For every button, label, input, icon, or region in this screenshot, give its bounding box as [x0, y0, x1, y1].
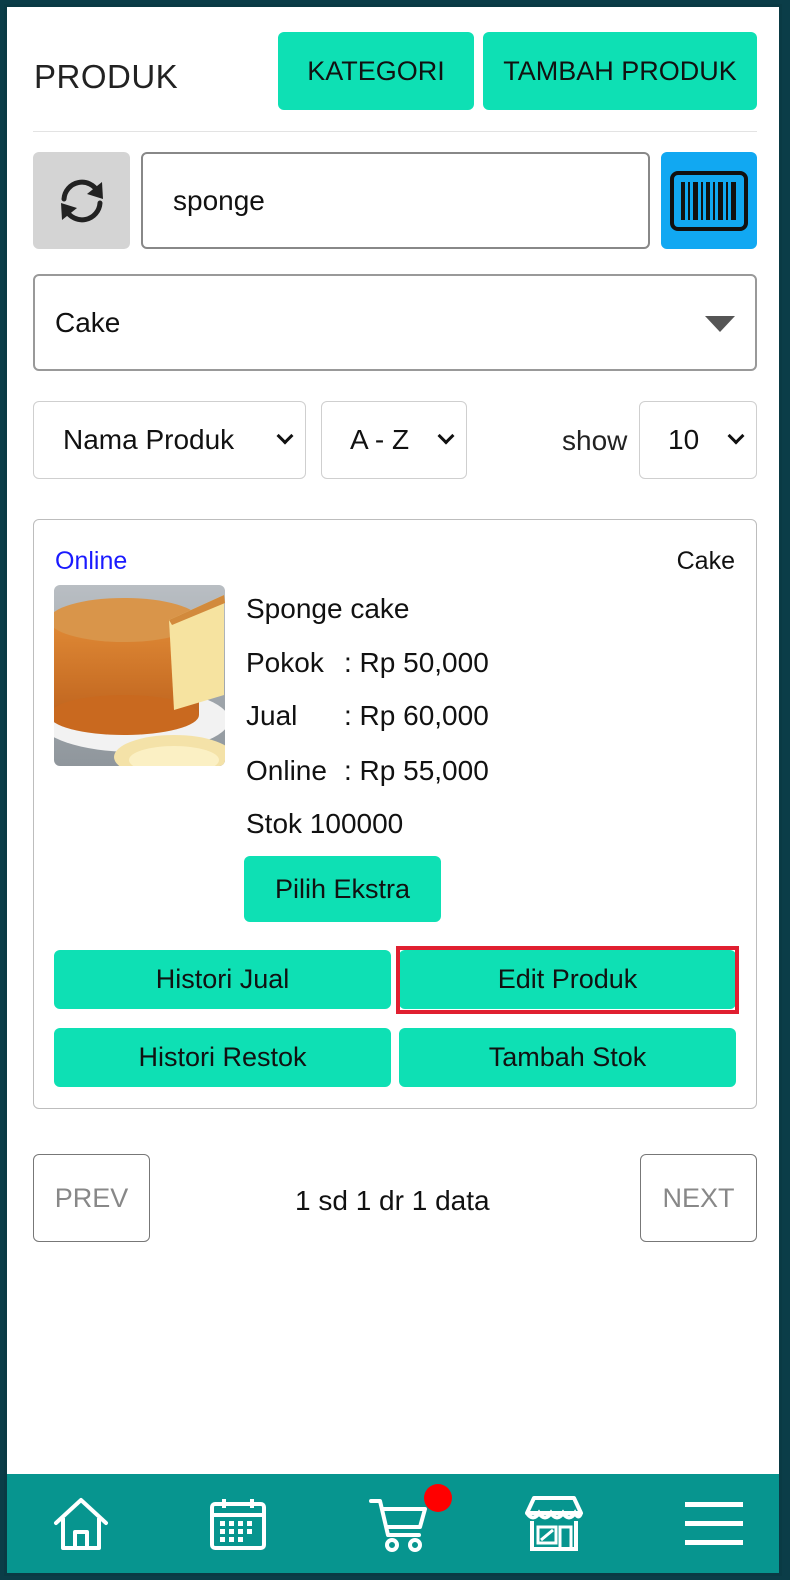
nav-calendar[interactable]	[188, 1474, 288, 1573]
bottom-nav	[7, 1474, 779, 1573]
histori-restok-button[interactable]: Histori Restok	[54, 1028, 391, 1087]
stock-text: Stok 100000	[246, 808, 404, 839]
product-card: Online Cake Sponge cake Pokok: Rp 50,00…	[33, 519, 757, 1109]
show-count-value: 10	[668, 424, 700, 455]
sort-order-value: A - Z	[350, 424, 410, 455]
chevron-down-icon	[437, 427, 455, 445]
edit-produk-button[interactable]: Edit Produk	[399, 950, 736, 1009]
product-category: Cake	[676, 547, 735, 575]
jual-label: Jual	[246, 700, 298, 731]
search-input[interactable]: sponge	[141, 152, 650, 249]
header-divider	[33, 131, 757, 132]
sort-order-select[interactable]: A - Z	[321, 401, 467, 479]
online-label: Online	[246, 755, 327, 786]
show-label: show	[562, 425, 628, 456]
chevron-down-icon	[727, 427, 745, 445]
app-frame: PRODUK KATEGORI TAMBAH PRODUK sponge Cak…	[4, 4, 782, 1576]
chevron-down-icon	[276, 427, 294, 445]
calendar-icon	[210, 1498, 266, 1550]
status-badge: Online	[55, 547, 128, 575]
tambah-produk-button[interactable]: TAMBAH PRODUK	[483, 32, 757, 110]
show-count-select[interactable]: 10	[639, 401, 757, 479]
product-name: Sponge cake	[246, 593, 410, 624]
page-title: PRODUK	[34, 58, 179, 95]
nav-store[interactable]	[504, 1474, 604, 1573]
next-button[interactable]: NEXT	[640, 1154, 757, 1242]
refresh-button[interactable]	[33, 152, 130, 249]
menu-icon	[685, 1501, 743, 1545]
online-price: : Rp 55,000	[344, 755, 489, 786]
home-icon	[54, 1497, 108, 1550]
tambah-stok-button[interactable]: Tambah Stok	[399, 1028, 736, 1087]
sort-by-select[interactable]: Nama Produk	[33, 401, 306, 479]
cart-notification-dot	[424, 1484, 452, 1512]
cart-icon	[369, 1498, 427, 1552]
category-select[interactable]: Cake	[33, 274, 757, 371]
barcode-scan-button[interactable]	[661, 152, 757, 249]
pokok-label: Pokok	[246, 647, 324, 678]
nav-home[interactable]	[31, 1474, 131, 1573]
prev-button[interactable]: PREV	[33, 1154, 150, 1242]
store-icon	[525, 1495, 583, 1551]
nav-menu[interactable]	[664, 1474, 764, 1573]
refresh-icon	[60, 179, 103, 222]
jual-price: : Rp 60,000	[344, 700, 489, 731]
caret-down-icon	[705, 316, 735, 332]
histori-jual-button[interactable]: Histori Jual	[54, 950, 391, 1009]
category-select-value: Cake	[55, 306, 121, 338]
pilih-ekstra-button[interactable]: Pilih Ekstra	[244, 856, 441, 922]
pagination-info: 1 sd 1 dr 1 data	[295, 1185, 490, 1216]
sort-by-value: Nama Produk	[63, 424, 235, 455]
product-image	[54, 585, 225, 766]
barcode-icon	[670, 170, 748, 231]
kategori-button[interactable]: KATEGORI	[278, 32, 474, 110]
pokok-price: : Rp 50,000	[344, 647, 489, 678]
